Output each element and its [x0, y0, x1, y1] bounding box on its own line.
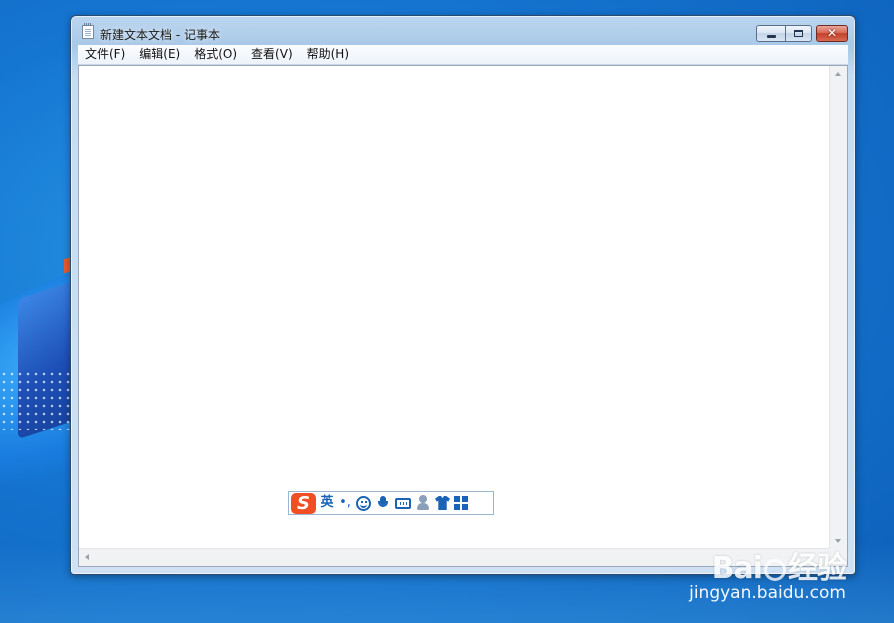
title-bar[interactable]: 新建文本文档 - 记事本 ✕ — [71, 16, 855, 44]
menu-edit[interactable]: 编辑(E) — [132, 45, 187, 64]
ime-toolbar[interactable]: S 英 •, — [288, 491, 494, 515]
paw-icon — [764, 558, 786, 581]
baidu-watermark: Bai 经验 jingyan.baidu.com — [689, 543, 847, 603]
close-button[interactable]: ✕ — [816, 25, 848, 42]
scroll-left-arrow-icon[interactable] — [85, 554, 89, 560]
watermark-logo-text: Bai — [711, 551, 763, 586]
maximize-icon — [794, 30, 803, 37]
menu-file[interactable]: 文件(F) — [78, 45, 132, 64]
sogou-logo-icon[interactable]: S — [291, 492, 316, 514]
skin-icon[interactable] — [435, 496, 450, 510]
emoji-icon[interactable] — [356, 495, 371, 511]
menu-format[interactable]: 格式(O) — [187, 45, 244, 64]
ime-language-toggle[interactable]: 英 — [320, 493, 334, 513]
menu-help[interactable]: 帮助(H) — [300, 45, 356, 64]
ime-punctuation-toggle[interactable]: •, — [338, 493, 352, 513]
toolbox-icon[interactable] — [454, 496, 468, 510]
close-icon: ✕ — [826, 26, 838, 40]
scroll-up-arrow-icon[interactable] — [835, 72, 841, 76]
user-icon[interactable] — [415, 495, 431, 511]
watermark-logo: Bai 经验 — [711, 543, 847, 587]
minimize-button[interactable] — [756, 25, 786, 42]
minimize-icon — [767, 35, 776, 38]
menu-bar: 文件(F) 编辑(E) 格式(O) 查看(V) 帮助(H) — [78, 45, 848, 65]
microphone-icon[interactable] — [375, 495, 391, 511]
watermark-logo-cn: 经验 — [788, 551, 847, 586]
vertical-scrollbar[interactable] — [829, 66, 847, 549]
window-controls: ✕ — [756, 25, 848, 43]
watermark-url: jingyan.baidu.com — [689, 583, 846, 603]
notepad-icon[interactable] — [82, 23, 94, 39]
wallpaper-dots — [0, 370, 80, 430]
menu-view[interactable]: 查看(V) — [244, 45, 300, 64]
keyboard-icon[interactable] — [395, 497, 411, 509]
window-title: 新建文本文档 - 记事本 — [100, 28, 220, 42]
maximize-button[interactable] — [785, 25, 812, 42]
